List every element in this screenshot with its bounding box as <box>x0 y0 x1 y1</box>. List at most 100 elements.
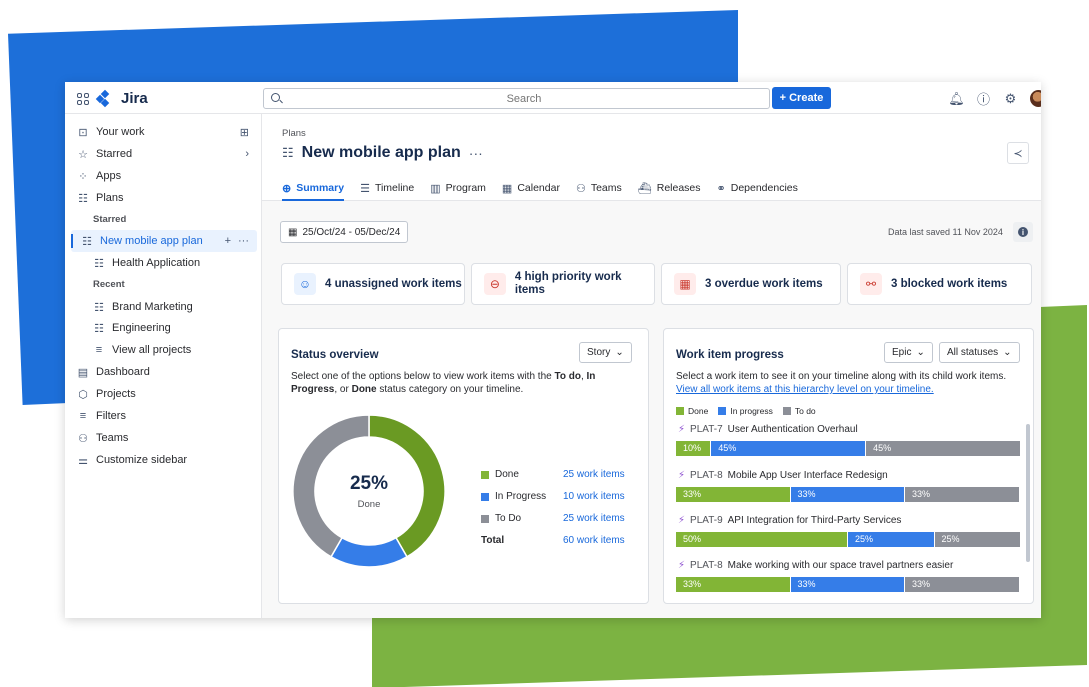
main-content: Plans ☷ New mobile app plan ··· ≺ ⊕ Summa… <box>262 114 1041 618</box>
sidebar-item-plans[interactable]: ☷ Plans <box>77 188 123 208</box>
sidebar-item-your-work[interactable]: ⊡ Your work <box>77 122 144 142</box>
chevron-right-icon[interactable]: › <box>245 148 249 160</box>
tab-program[interactable]: ▥ Program <box>430 176 486 200</box>
breadcrumb[interactable]: Plans <box>282 128 306 139</box>
tab-label: Releases <box>656 182 701 194</box>
legend-row-total[interactable]: Total 60 work items <box>481 535 625 546</box>
legend-value-link[interactable]: 25 work items <box>563 513 625 524</box>
work-item-key: PLAT-9 <box>690 515 723 526</box>
work-item-progress-bar[interactable]: 33% 33% 33% <box>676 577 1020 592</box>
status-dropdown[interactable]: All statuses ⌄ <box>939 342 1020 363</box>
work-item-progress-bar[interactable]: 33% 33% 33% <box>676 487 1020 502</box>
sidebar-item-filters[interactable]: ≡ Filters <box>77 406 126 426</box>
page-title-row: ☷ New mobile app plan ··· <box>282 144 483 162</box>
work-item-title[interactable]: ⚡︎ PLAT-8 Mobile App User Interface Redesi… <box>678 470 888 481</box>
progress-segment-in-progress: 33% <box>790 577 905 592</box>
user-icon: ☺ <box>294 273 316 295</box>
status-overview-description: Select one of the options below to view … <box>291 370 631 396</box>
add-icon[interactable]: + <box>225 235 231 247</box>
progress-segment-done: 33% <box>676 487 790 502</box>
sidebar-item-label: Customize sidebar <box>96 454 188 466</box>
work-item-title[interactable]: ⚡︎ PLAT-9 API Integration for Third-Party … <box>678 515 901 526</box>
search-box[interactable] <box>263 88 770 109</box>
tab-calendar[interactable]: ▦ Calendar <box>502 176 560 200</box>
calendar-icon: ▦ <box>288 226 298 238</box>
scrollbar[interactable] <box>1026 424 1030 562</box>
date-range-button[interactable]: ▦ 25/Oct/24 - 05/Dec/24 <box>280 221 409 243</box>
sidebar-item-apps[interactable]: ⁘ Apps <box>77 166 121 186</box>
work-item-title[interactable]: ⚡︎ PLAT-8 Make working with our space trav… <box>678 560 953 571</box>
work-item-progress-bar[interactable]: 50% 25% 25% <box>676 532 1021 547</box>
tab-releases[interactable]: ⛴ Releases <box>638 176 701 200</box>
legend-value-link[interactable]: 10 work items <box>563 491 625 502</box>
legend-row-todo[interactable]: To Do 25 work items <box>481 513 625 524</box>
status-donut-chart[interactable]: 25% Done <box>291 413 447 569</box>
card-high-priority[interactable]: ⊖ 4 high priority work items <box>471 263 655 305</box>
desc-todo: To do <box>554 371 581 382</box>
card-label: 3 overdue work items <box>705 277 823 290</box>
calendar-icon: ▦ <box>674 273 696 295</box>
issue-type-dropdown[interactable]: Story ⌄ <box>579 342 632 363</box>
work-item-progress-description: Select a work item to see it on your tim… <box>676 370 1031 396</box>
help-icon[interactable]: ⓘ <box>976 91 991 107</box>
dropdown-value: Epic <box>892 347 912 358</box>
create-button[interactable]: + Create <box>772 87 831 109</box>
your-work-panel-icon[interactable]: ⊞ <box>240 126 249 139</box>
view-all-link[interactable]: View all work items at this hierarchy le… <box>676 383 1031 396</box>
sidebar-item-view-all-projects[interactable]: ≡ View all projects <box>93 340 192 360</box>
sidebar-item-starred[interactable]: ☆ Starred <box>77 144 132 164</box>
settings-icon[interactable]: ⚙ <box>1003 91 1018 106</box>
legend-value-link[interactable]: 60 work items <box>563 535 625 546</box>
tab-summary[interactable]: ⊕ Summary <box>282 176 345 201</box>
app-window: Jira + Create 🔔︎ ⓘ ⚙ ⊡ Your work ⊞ ☆ Sta… <box>65 82 1041 618</box>
legend-label: Total <box>481 535 505 546</box>
sidebar-item-label: Brand Marketing <box>112 301 193 313</box>
info-button[interactable]: i <box>1013 222 1033 242</box>
sidebar-item-dashboard[interactable]: ▤ Dashboard <box>77 362 150 382</box>
card-unassigned[interactable]: ☺ 4 unassigned work items <box>281 263 465 305</box>
tab-teams[interactable]: ⚇ Teams <box>576 176 622 200</box>
tab-label: Calendar <box>517 182 560 194</box>
sidebar-item-label: View all projects <box>112 344 192 356</box>
work-item-progress-panel: Work item progress Epic ⌄ All statuses ⌄… <box>663 328 1034 604</box>
sidebar-item-label: Starred <box>96 148 133 160</box>
status-overview-panel: Status overview Story ⌄ Select one of th… <box>278 328 649 604</box>
legend-row-done[interactable]: Done 25 work items <box>481 469 625 480</box>
projects-icon: ⬡ <box>78 388 88 401</box>
sidebar-item-engineering[interactable]: ☷ Engineering <box>93 318 171 338</box>
title-more-button[interactable]: ··· <box>469 145 483 161</box>
sidebar-item-customize[interactable]: ⚌ Customize sidebar <box>77 450 187 470</box>
sidebar-item-new-mobile-app-plan[interactable]: ☷ New mobile app plan <box>81 231 203 251</box>
avatar[interactable] <box>1030 90 1041 107</box>
epic-dropdown[interactable]: Epic ⌄ <box>884 342 933 363</box>
legend-label: In progress <box>730 406 773 416</box>
donut-slice-in-progress[interactable] <box>329 536 409 568</box>
card-blocked[interactable]: ⚯ 3 blocked work items <box>847 263 1032 305</box>
tab-bar: ⊕ Summary ☰ Timeline ▥ Program ▦ Calendar ⚇ T… <box>282 176 798 201</box>
card-overdue[interactable]: ▦ 3 overdue work items <box>661 263 841 305</box>
apps-icon: ⁘ <box>78 170 88 183</box>
app-switcher-icon[interactable] <box>77 92 89 105</box>
sidebar-item-teams[interactable]: ⚇ Teams <box>77 428 128 448</box>
tab-dependencies[interactable]: ⚭ Dependencies <box>717 176 798 200</box>
desc-text: Select a work item to see it on your tim… <box>676 371 1007 382</box>
brand-name[interactable]: Jira <box>121 90 148 107</box>
progress-segment-done: 50% <box>676 532 847 547</box>
sidebar-item-label: Filters <box>96 410 126 422</box>
globe-icon: ⊕ <box>282 182 292 195</box>
dropdown-value: Story <box>587 347 611 358</box>
legend-row-in-progress[interactable]: In Progress 10 work items <box>481 491 625 502</box>
work-item-title[interactable]: ⚡︎ PLAT-7 User Authentication Overhaul <box>678 424 858 435</box>
share-button[interactable]: ≺ <box>1007 142 1029 164</box>
sidebar-item-health-application[interactable]: ☷ Health Application <box>93 253 200 273</box>
work-item-progress-bar[interactable]: 10% 45% 45% <box>676 441 1020 456</box>
legend-value-link[interactable]: 25 work items <box>563 469 625 480</box>
status-overview-title: Status overview <box>291 349 379 361</box>
more-icon[interactable]: ··· <box>238 235 249 247</box>
sidebar-heading-starred: Starred <box>93 213 127 225</box>
sidebar-item-brand-marketing[interactable]: ☷ Brand Marketing <box>93 297 193 317</box>
tab-timeline[interactable]: ☰ Timeline <box>360 176 414 200</box>
sidebar-item-projects[interactable]: ⬡ Projects <box>77 384 136 404</box>
search-input[interactable] <box>284 89 764 108</box>
notifications-icon[interactable]: 🔔︎ <box>948 91 965 106</box>
